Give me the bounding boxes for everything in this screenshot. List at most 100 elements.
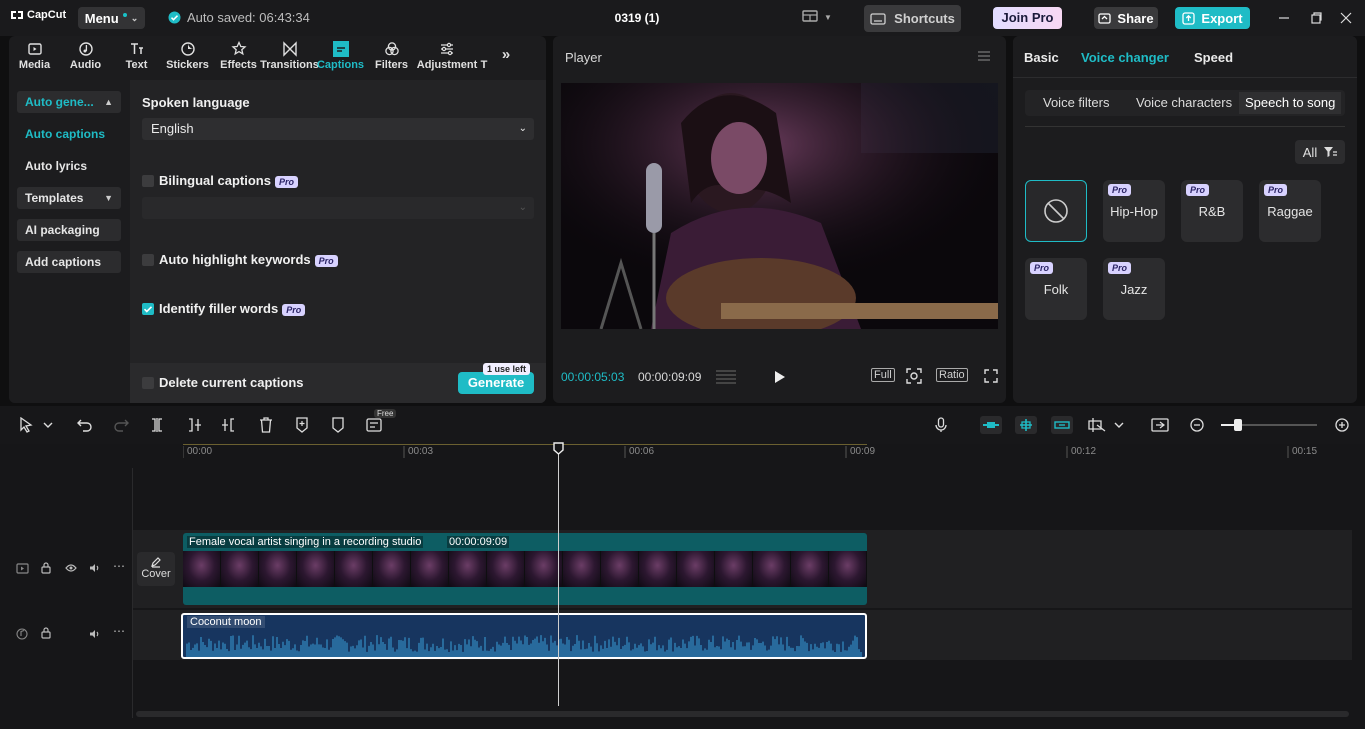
tab-voice-filters[interactable]: Voice filters	[1037, 94, 1115, 116]
split-left-icon[interactable]	[185, 416, 203, 434]
menu-button[interactable]: Menu ⌄	[78, 7, 145, 29]
layout-button[interactable]: ▼	[802, 10, 832, 24]
full-quality-button[interactable]: Full	[871, 368, 895, 382]
zoom-slider-thumb[interactable]	[1234, 419, 1242, 431]
video-clip[interactable]: Female vocal artist singing in a recordi…	[183, 533, 867, 605]
tab-filters[interactable]: Filters	[366, 36, 417, 76]
playhead[interactable]	[553, 442, 564, 706]
tab-audio[interactable]: Audio	[60, 36, 111, 76]
more-options-icon[interactable]: ⋯	[113, 559, 125, 573]
tab-transitions[interactable]: Transitions	[260, 36, 319, 76]
sidebar-item-ai-packaging[interactable]: AI packaging	[17, 219, 121, 241]
chevron-down-icon[interactable]	[39, 416, 57, 434]
export-button[interactable]: Export	[1175, 7, 1250, 29]
delete-captions-checkbox[interactable]	[142, 377, 154, 389]
speaker-icon[interactable]	[89, 629, 101, 639]
share-button[interactable]: Share	[1094, 7, 1158, 29]
auto-highlight-checkbox[interactable]	[142, 254, 154, 266]
fullscreen-icon[interactable]	[984, 369, 998, 383]
ratio-button[interactable]: Ratio	[936, 368, 968, 382]
tab-effects[interactable]: Effects	[213, 36, 264, 76]
pro-badge: Pro	[1030, 262, 1054, 274]
shortcuts-button[interactable]: Shortcuts	[864, 5, 961, 32]
focus-icon[interactable]	[905, 367, 923, 385]
spoken-language-label: Spoken language	[142, 95, 250, 110]
fit-timeline-icon[interactable]	[1151, 416, 1169, 434]
capcut-logo-icon	[11, 11, 23, 19]
split-icon[interactable]	[148, 416, 166, 434]
tab-overflow[interactable]: T	[477, 36, 491, 76]
eye-icon[interactable]	[65, 563, 77, 573]
microphone-icon[interactable]	[932, 416, 950, 434]
tab-media[interactable]: Media	[9, 36, 60, 76]
player-menu-icon[interactable]	[977, 50, 991, 62]
maximize-icon[interactable]	[1308, 10, 1324, 26]
auto-generate-group[interactable]: Auto gene... ▲	[17, 91, 121, 113]
zoom-out-icon[interactable]	[1188, 416, 1206, 434]
zoom-in-icon[interactable]	[1333, 416, 1351, 434]
tab-basic[interactable]: Basic	[1024, 50, 1059, 65]
voice-card-raggae[interactable]: Pro Raggae	[1259, 180, 1321, 242]
voice-card-folk[interactable]: Pro Folk	[1025, 258, 1087, 320]
redo-icon[interactable]	[112, 416, 130, 434]
media-icon	[27, 43, 42, 55]
split-right-icon[interactable]	[220, 416, 238, 434]
play-icon[interactable]	[774, 370, 786, 384]
sidebar-item-auto-lyrics[interactable]: Auto lyrics	[17, 155, 121, 177]
video-preview[interactable]	[561, 83, 998, 329]
main-track-magnet-icon[interactable]	[980, 416, 1002, 434]
filter-all-button[interactable]: All	[1295, 140, 1345, 164]
lock-icon[interactable]	[41, 627, 51, 639]
audio-clip[interactable]: Coconut moon	[181, 613, 867, 659]
tab-media-label: Media	[18, 59, 51, 71]
tab-stickers-label: Stickers	[166, 59, 209, 71]
bilingual-checkbox[interactable]	[142, 175, 154, 187]
voice-card-hip-hop[interactable]: Pro Hip-Hop	[1103, 180, 1165, 242]
marker-add-icon[interactable]	[293, 416, 311, 434]
filler-words-text: Identify filler words	[159, 301, 279, 316]
project-title[interactable]: 0319 (1)	[600, 11, 674, 25]
sidebar-item-auto-captions[interactable]: Auto captions	[17, 123, 121, 145]
join-pro-button[interactable]: Join Pro	[993, 7, 1062, 29]
sidebar-item-templates[interactable]: Templates ▼	[17, 187, 121, 209]
sidebar-item-add-captions[interactable]: Add captions	[17, 251, 121, 273]
pro-badge: Pro	[282, 303, 306, 316]
auto-captions-tool-icon[interactable]	[365, 416, 383, 434]
delete-icon[interactable]	[257, 416, 275, 434]
timeline-grid-icon[interactable]	[715, 369, 737, 385]
time-ruler[interactable]: 00:00 00:03 00:06 00:09 00:12 00:15	[183, 444, 1365, 462]
chevron-down-icon[interactable]	[1110, 416, 1128, 434]
voice-card-rnb[interactable]: Pro R&B	[1181, 180, 1243, 242]
preview-axis-icon[interactable]	[1088, 416, 1106, 434]
audio-icon	[78, 42, 93, 56]
timeline-horizontal-scrollbar[interactable]	[136, 711, 1349, 717]
tab-speed[interactable]: Speed	[1194, 50, 1233, 65]
tab-captions[interactable]: Captions	[315, 36, 366, 76]
linkage-icon[interactable]	[1051, 416, 1073, 434]
tab-voice-characters[interactable]: Voice characters	[1130, 94, 1238, 116]
minimize-icon[interactable]	[1276, 10, 1292, 26]
zoom-slider[interactable]	[1221, 419, 1317, 431]
tab-adjustment[interactable]: Adjustment	[417, 36, 477, 76]
speaker-icon[interactable]	[89, 563, 101, 573]
close-icon[interactable]	[1338, 10, 1354, 26]
filler-words-checkbox[interactable]	[142, 303, 154, 315]
tab-stickers[interactable]: Stickers	[162, 36, 213, 76]
marker-icon[interactable]	[329, 416, 347, 434]
generate-button[interactable]: Generate	[458, 372, 534, 394]
voice-card-none[interactable]	[1025, 180, 1087, 242]
auto-snapping-icon[interactable]	[1015, 416, 1037, 434]
more-options-icon[interactable]: ⋯	[113, 624, 125, 638]
select-tool-icon[interactable]	[17, 416, 35, 434]
voice-card-jazz[interactable]: Pro Jazz	[1103, 258, 1165, 320]
undo-icon[interactable]	[76, 416, 94, 434]
spoken-language-select[interactable]: English ⌄	[142, 118, 534, 140]
tab-text[interactable]: Text	[111, 36, 162, 76]
cover-button[interactable]: Cover	[137, 552, 175, 586]
audio-clip-title: Coconut moon	[187, 616, 265, 628]
tab-transitions-label: Transitions	[260, 59, 319, 71]
lock-icon[interactable]	[41, 562, 51, 574]
more-tabs-icon[interactable]: »	[491, 36, 521, 76]
tab-voice-changer[interactable]: Voice changer	[1081, 50, 1169, 65]
tab-speech-to-song[interactable]: Speech to song	[1239, 92, 1342, 114]
